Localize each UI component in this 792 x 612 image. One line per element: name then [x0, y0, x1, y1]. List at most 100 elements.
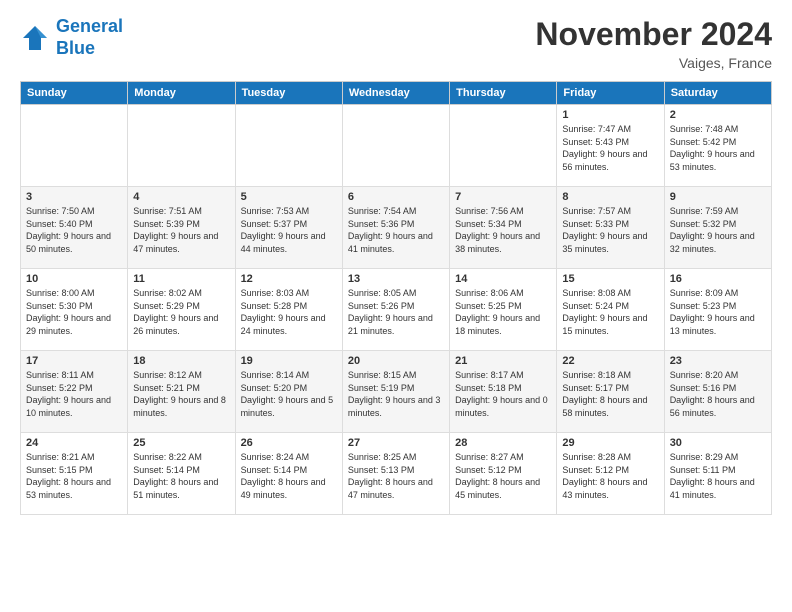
day-cell	[342, 105, 449, 187]
day-number: 8	[562, 191, 658, 203]
logo-line1: General	[56, 16, 123, 36]
day-cell: 1Sunrise: 7:47 AMSunset: 5:43 PMDaylight…	[557, 105, 664, 187]
day-cell: 16 Sunrise: 8:09 AMSunset: 5:23 PMDayligh…	[664, 269, 771, 351]
week-row-4: 17 Sunrise: 8:11 AMSunset: 5:22 PMDayligh…	[21, 351, 772, 433]
day-number: 26	[241, 437, 337, 449]
day-cell: 23 Sunrise: 8:20 AMSunset: 5:16 PMDayligh…	[664, 351, 771, 433]
day-cell: 22 Sunrise: 8:18 AMSunset: 5:17 PMDayligh…	[557, 351, 664, 433]
day-cell	[235, 105, 342, 187]
day-cell: 27 Sunrise: 8:25 AMSunset: 5:13 PMDayligh…	[342, 433, 449, 515]
day-number: 21	[455, 355, 551, 367]
day-number: 12	[241, 273, 337, 285]
day-info: Sunrise: 8:18 AMSunset: 5:17 PMDaylight:…	[562, 369, 658, 419]
day-number: 9	[670, 191, 766, 203]
day-number: 16	[670, 273, 766, 285]
week-row-1: 1Sunrise: 7:47 AMSunset: 5:43 PMDaylight…	[21, 105, 772, 187]
day-info: Sunrise: 7:59 AMSunset: 5:32 PMDaylight:…	[670, 205, 766, 255]
header: General Blue November 2024 Vaiges, Franc…	[20, 16, 772, 71]
day-cell: 13 Sunrise: 8:05 AMSunset: 5:26 PMDayligh…	[342, 269, 449, 351]
day-number: 28	[455, 437, 551, 449]
page: General Blue November 2024 Vaiges, Franc…	[0, 0, 792, 525]
day-number: 7	[455, 191, 551, 203]
day-number: 11	[133, 273, 229, 285]
day-cell	[21, 105, 128, 187]
day-cell: 3 Sunrise: 7:50 AMSunset: 5:40 PMDaylight…	[21, 187, 128, 269]
week-row-5: 24Sunrise: 8:21 AMSunset: 5:15 PMDayligh…	[21, 433, 772, 515]
day-number: 19	[241, 355, 337, 367]
day-number: 29	[562, 437, 658, 449]
day-cell: 17 Sunrise: 8:11 AMSunset: 5:22 PMDayligh…	[21, 351, 128, 433]
day-info: Sunrise: 8:20 AMSunset: 5:16 PMDaylight:…	[670, 369, 766, 419]
day-cell: 10Sunrise: 8:00 AMSunset: 5:30 PMDayligh…	[21, 269, 128, 351]
day-info: Sunrise: 8:21 AMSunset: 5:15 PMDaylight:…	[26, 451, 122, 501]
day-cell: 20Sunrise: 8:15 AMSunset: 5:19 PMDayligh…	[342, 351, 449, 433]
day-cell: 30Sunrise: 8:29 AMSunset: 5:11 PMDayligh…	[664, 433, 771, 515]
calendar-table: SundayMondayTuesdayWednesdayThursdayFrid…	[20, 81, 772, 515]
day-number: 15	[562, 273, 658, 285]
day-info: Sunrise: 8:08 AMSunset: 5:24 PMDaylight:…	[562, 287, 658, 337]
day-info: Sunrise: 8:11 AMSunset: 5:22 PMDaylight:…	[26, 369, 122, 419]
logo-line2: Blue	[56, 38, 95, 58]
day-cell: 9 Sunrise: 7:59 AMSunset: 5:32 PMDaylight…	[664, 187, 771, 269]
day-info: Sunrise: 8:09 AMSunset: 5:23 PMDaylight:…	[670, 287, 766, 337]
header-cell-tuesday: Tuesday	[235, 82, 342, 105]
day-info: Sunrise: 8:02 AMSunset: 5:29 PMDaylight:…	[133, 287, 229, 337]
day-cell: 19 Sunrise: 8:14 AMSunset: 5:20 PMDayligh…	[235, 351, 342, 433]
day-info: Sunrise: 8:00 AMSunset: 5:30 PMDaylight:…	[26, 287, 122, 337]
logo-text: General Blue	[56, 16, 123, 59]
day-cell: 8 Sunrise: 7:57 AMSunset: 5:33 PMDaylight…	[557, 187, 664, 269]
day-cell: 12 Sunrise: 8:03 AMSunset: 5:28 PMDayligh…	[235, 269, 342, 351]
day-number: 3	[26, 191, 122, 203]
day-cell	[450, 105, 557, 187]
day-info: Sunrise: 8:03 AMSunset: 5:28 PMDaylight:…	[241, 287, 337, 337]
day-info: Sunrise: 8:25 AMSunset: 5:13 PMDaylight:…	[348, 451, 444, 501]
day-info: Sunrise: 8:14 AMSunset: 5:20 PMDaylight:…	[241, 369, 337, 419]
day-info: Sunrise: 8:12 AMSunset: 5:21 PMDaylight:…	[133, 369, 229, 419]
day-cell: 21 Sunrise: 8:17 AMSunset: 5:18 PMDayligh…	[450, 351, 557, 433]
day-cell: 15 Sunrise: 8:08 AMSunset: 5:24 PMDayligh…	[557, 269, 664, 351]
logo: General Blue	[20, 16, 123, 59]
day-cell	[128, 105, 235, 187]
day-number: 30	[670, 437, 766, 449]
day-cell: 5Sunrise: 7:53 AMSunset: 5:37 PMDaylight…	[235, 187, 342, 269]
day-cell: 11 Sunrise: 8:02 AMSunset: 5:29 PMDayligh…	[128, 269, 235, 351]
day-info: Sunrise: 8:22 AMSunset: 5:14 PMDaylight:…	[133, 451, 229, 501]
day-info: Sunrise: 8:05 AMSunset: 5:26 PMDaylight:…	[348, 287, 444, 337]
day-number: 1	[562, 109, 658, 121]
day-info: Sunrise: 8:06 AMSunset: 5:25 PMDaylight:…	[455, 287, 551, 337]
header-cell-monday: Monday	[128, 82, 235, 105]
day-cell: 25 Sunrise: 8:22 AMSunset: 5:14 PMDayligh…	[128, 433, 235, 515]
day-info: Sunrise: 7:56 AMSunset: 5:34 PMDaylight:…	[455, 205, 551, 255]
day-number: 13	[348, 273, 444, 285]
location: Vaiges, France	[535, 55, 772, 71]
day-info: Sunrise: 7:57 AMSunset: 5:33 PMDaylight:…	[562, 205, 658, 255]
day-info: Sunrise: 7:50 AMSunset: 5:40 PMDaylight:…	[26, 205, 122, 255]
day-number: 25	[133, 437, 229, 449]
day-number: 17	[26, 355, 122, 367]
day-number: 23	[670, 355, 766, 367]
day-cell: 24Sunrise: 8:21 AMSunset: 5:15 PMDayligh…	[21, 433, 128, 515]
day-cell: 6Sunrise: 7:54 AMSunset: 5:36 PMDaylight…	[342, 187, 449, 269]
day-cell: 2Sunrise: 7:48 AMSunset: 5:42 PMDaylight…	[664, 105, 771, 187]
day-info: Sunrise: 8:27 AMSunset: 5:12 PMDaylight:…	[455, 451, 551, 501]
day-number: 6	[348, 191, 444, 203]
day-number: 22	[562, 355, 658, 367]
week-row-3: 10Sunrise: 8:00 AMSunset: 5:30 PMDayligh…	[21, 269, 772, 351]
month-title: November 2024	[535, 16, 772, 53]
day-cell: 4Sunrise: 7:51 AMSunset: 5:39 PMDaylight…	[128, 187, 235, 269]
day-cell: 26 Sunrise: 8:24 AMSunset: 5:14 PMDayligh…	[235, 433, 342, 515]
day-info: Sunrise: 8:24 AMSunset: 5:14 PMDaylight:…	[241, 451, 337, 501]
header-row: SundayMondayTuesdayWednesdayThursdayFrid…	[21, 82, 772, 105]
logo-icon	[20, 23, 50, 53]
day-info: Sunrise: 8:17 AMSunset: 5:18 PMDaylight:…	[455, 369, 551, 419]
header-cell-thursday: Thursday	[450, 82, 557, 105]
calendar-header: SundayMondayTuesdayWednesdayThursdayFrid…	[21, 82, 772, 105]
header-cell-friday: Friday	[557, 82, 664, 105]
day-number: 2	[670, 109, 766, 121]
day-number: 4	[133, 191, 229, 203]
day-number: 27	[348, 437, 444, 449]
calendar-body: 1Sunrise: 7:47 AMSunset: 5:43 PMDaylight…	[21, 105, 772, 515]
day-number: 14	[455, 273, 551, 285]
header-cell-wednesday: Wednesday	[342, 82, 449, 105]
title-block: November 2024 Vaiges, France	[535, 16, 772, 71]
